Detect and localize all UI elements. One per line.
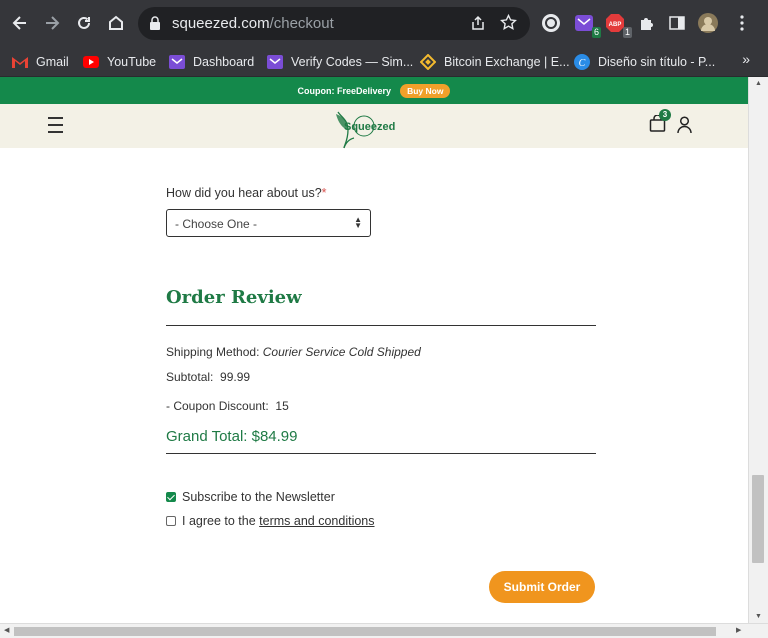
subtotal-value: 99.99: [220, 370, 251, 384]
side-panel-button[interactable]: [666, 12, 688, 34]
required-marker: *: [321, 186, 327, 200]
lock-icon[interactable]: [149, 16, 161, 30]
side-panel-icon: [669, 16, 685, 30]
adblock-icon: ABP: [606, 14, 624, 32]
select-value: - Choose One -: [175, 217, 258, 231]
browser-toolbar: squeezed.com/checkout 6 ABP 1: [0, 0, 768, 46]
canva-icon: C: [574, 54, 590, 70]
grammarly-extension[interactable]: [540, 12, 562, 34]
profile-avatar[interactable]: [697, 12, 719, 34]
adblock-extension[interactable]: ABP 1: [604, 12, 632, 38]
divider: [166, 325, 596, 326]
svg-text:ABP: ABP: [609, 22, 622, 28]
puzzle-icon: [641, 18, 653, 30]
adblock-badge: 1: [622, 27, 632, 38]
divider: [166, 453, 596, 454]
select-arrows-icon: ▲ ▼: [354, 215, 362, 230]
terms-checkbox[interactable]: [166, 516, 176, 526]
page-viewport: Coupon: FreeDelivery Buy Now Squeezed 3 …: [0, 77, 748, 623]
bookmark-bitcoin-exchange[interactable]: Bitcoin Exchange | E...: [420, 52, 570, 72]
site-header: Squeezed 3: [0, 104, 748, 149]
vertical-scroll-thumb[interactable]: [752, 475, 764, 563]
cart-button[interactable]: 3: [649, 109, 671, 137]
bookmark-gmail[interactable]: Gmail: [12, 52, 69, 72]
kebab-menu-icon: [740, 15, 744, 31]
youtube-icon: [83, 54, 99, 70]
bookmarks-bar: Gmail YouTube Dashboard Verify Codes — S…: [0, 46, 768, 77]
back-button[interactable]: [8, 11, 32, 35]
buy-now-button[interactable]: Buy Now: [400, 83, 451, 98]
bookmark-label: Gmail: [36, 55, 69, 69]
subtotal: Subtotal: 99.99: [166, 370, 251, 384]
grand-total: Grand Total: $84.99: [166, 428, 298, 445]
reload-button[interactable]: [72, 11, 96, 35]
horizontal-scrollbar[interactable]: ◀ ▶: [0, 623, 768, 638]
address-bar[interactable]: squeezed.com/checkout: [138, 7, 530, 40]
newsletter-checkbox[interactable]: [166, 492, 176, 502]
bookmark-label: Bitcoin Exchange | E...: [444, 55, 570, 69]
account-button[interactable]: [677, 116, 692, 139]
order-review-title: Order Review: [166, 287, 302, 308]
bookmark-label: Dashboard: [193, 55, 255, 69]
bookmark-canva[interactable]: C Diseño sin título - P...: [574, 52, 715, 72]
bookmark-verify-codes[interactable]: Verify Codes — Sim...: [267, 52, 413, 72]
shipping-method: Shipping Method: Courier Service Cold Sh…: [166, 345, 421, 359]
gmail-icon: [12, 54, 28, 70]
url-text[interactable]: squeezed.com/checkout: [172, 15, 334, 32]
promo-text: Coupon: FreeDelivery: [297, 85, 392, 96]
reload-icon: [78, 16, 90, 29]
home-button[interactable]: [104, 11, 128, 35]
bookmark-label: Verify Codes — Sim...: [291, 55, 414, 69]
back-arrow-icon: [12, 16, 26, 30]
svg-text:Squeezed: Squeezed: [344, 121, 395, 133]
terms-label: I agree to the terms and conditions: [182, 514, 375, 528]
home-icon: [109, 15, 123, 30]
scroll-left-arrow-icon[interactable]: ◀: [4, 626, 9, 634]
bookmark-label: YouTube: [107, 55, 157, 69]
scroll-down-arrow-icon[interactable]: ▼: [755, 613, 762, 620]
bookmark-youtube[interactable]: YouTube: [83, 52, 156, 72]
bookmark-dashboard[interactable]: Dashboard: [169, 52, 254, 72]
forward-arrow-icon: [46, 16, 60, 30]
mail-icon: [575, 15, 593, 31]
grammarly-icon: [542, 14, 560, 32]
mail-icon: [169, 54, 185, 70]
mail-extension[interactable]: 6: [573, 12, 601, 38]
hamburger-menu-icon[interactable]: [48, 117, 63, 133]
forward-button[interactable]: [40, 11, 64, 35]
bookmark-label: Diseño sin título - P...: [598, 55, 716, 69]
user-icon: [677, 116, 692, 134]
coupon-discount: - Coupon Discount: 15: [166, 399, 289, 413]
referral-question-label: How did you hear about us?*: [166, 186, 327, 200]
mail-icon: [267, 54, 283, 70]
newsletter-label[interactable]: Subscribe to the Newsletter: [182, 490, 335, 504]
mail-badge: 6: [591, 27, 601, 38]
extensions-button[interactable]: [636, 12, 658, 34]
cart-count-badge: 3: [659, 109, 671, 121]
share-icon[interactable]: [470, 15, 486, 31]
referral-source-select[interactable]: - Choose One - ▲ ▼: [166, 209, 371, 237]
bookmark-star-icon[interactable]: [500, 14, 517, 31]
shipping-method-value: Courier Service Cold Shipped: [262, 345, 421, 359]
submit-order-button[interactable]: Submit Order: [489, 571, 595, 603]
scroll-right-arrow-icon[interactable]: ▶: [736, 626, 741, 634]
bookmarks-overflow-chevron-icon[interactable]: »: [742, 51, 750, 67]
site-logo[interactable]: Squeezed: [332, 108, 400, 155]
promo-bar: Coupon: FreeDelivery Buy Now: [0, 77, 748, 104]
binance-icon: [420, 54, 436, 70]
browser-menu-button[interactable]: [731, 12, 753, 34]
coupon-discount-value: 15: [275, 399, 289, 413]
avatar-icon: [698, 13, 718, 33]
squeezed-logo-icon: Squeezed: [336, 111, 395, 149]
vertical-scrollbar[interactable]: ▲ ▼: [748, 77, 768, 623]
horizontal-scroll-thumb[interactable]: [14, 627, 716, 636]
svg-text:C: C: [579, 58, 586, 69]
scroll-up-arrow-icon[interactable]: ▲: [755, 80, 762, 87]
terms-link[interactable]: terms and conditions: [259, 514, 374, 528]
